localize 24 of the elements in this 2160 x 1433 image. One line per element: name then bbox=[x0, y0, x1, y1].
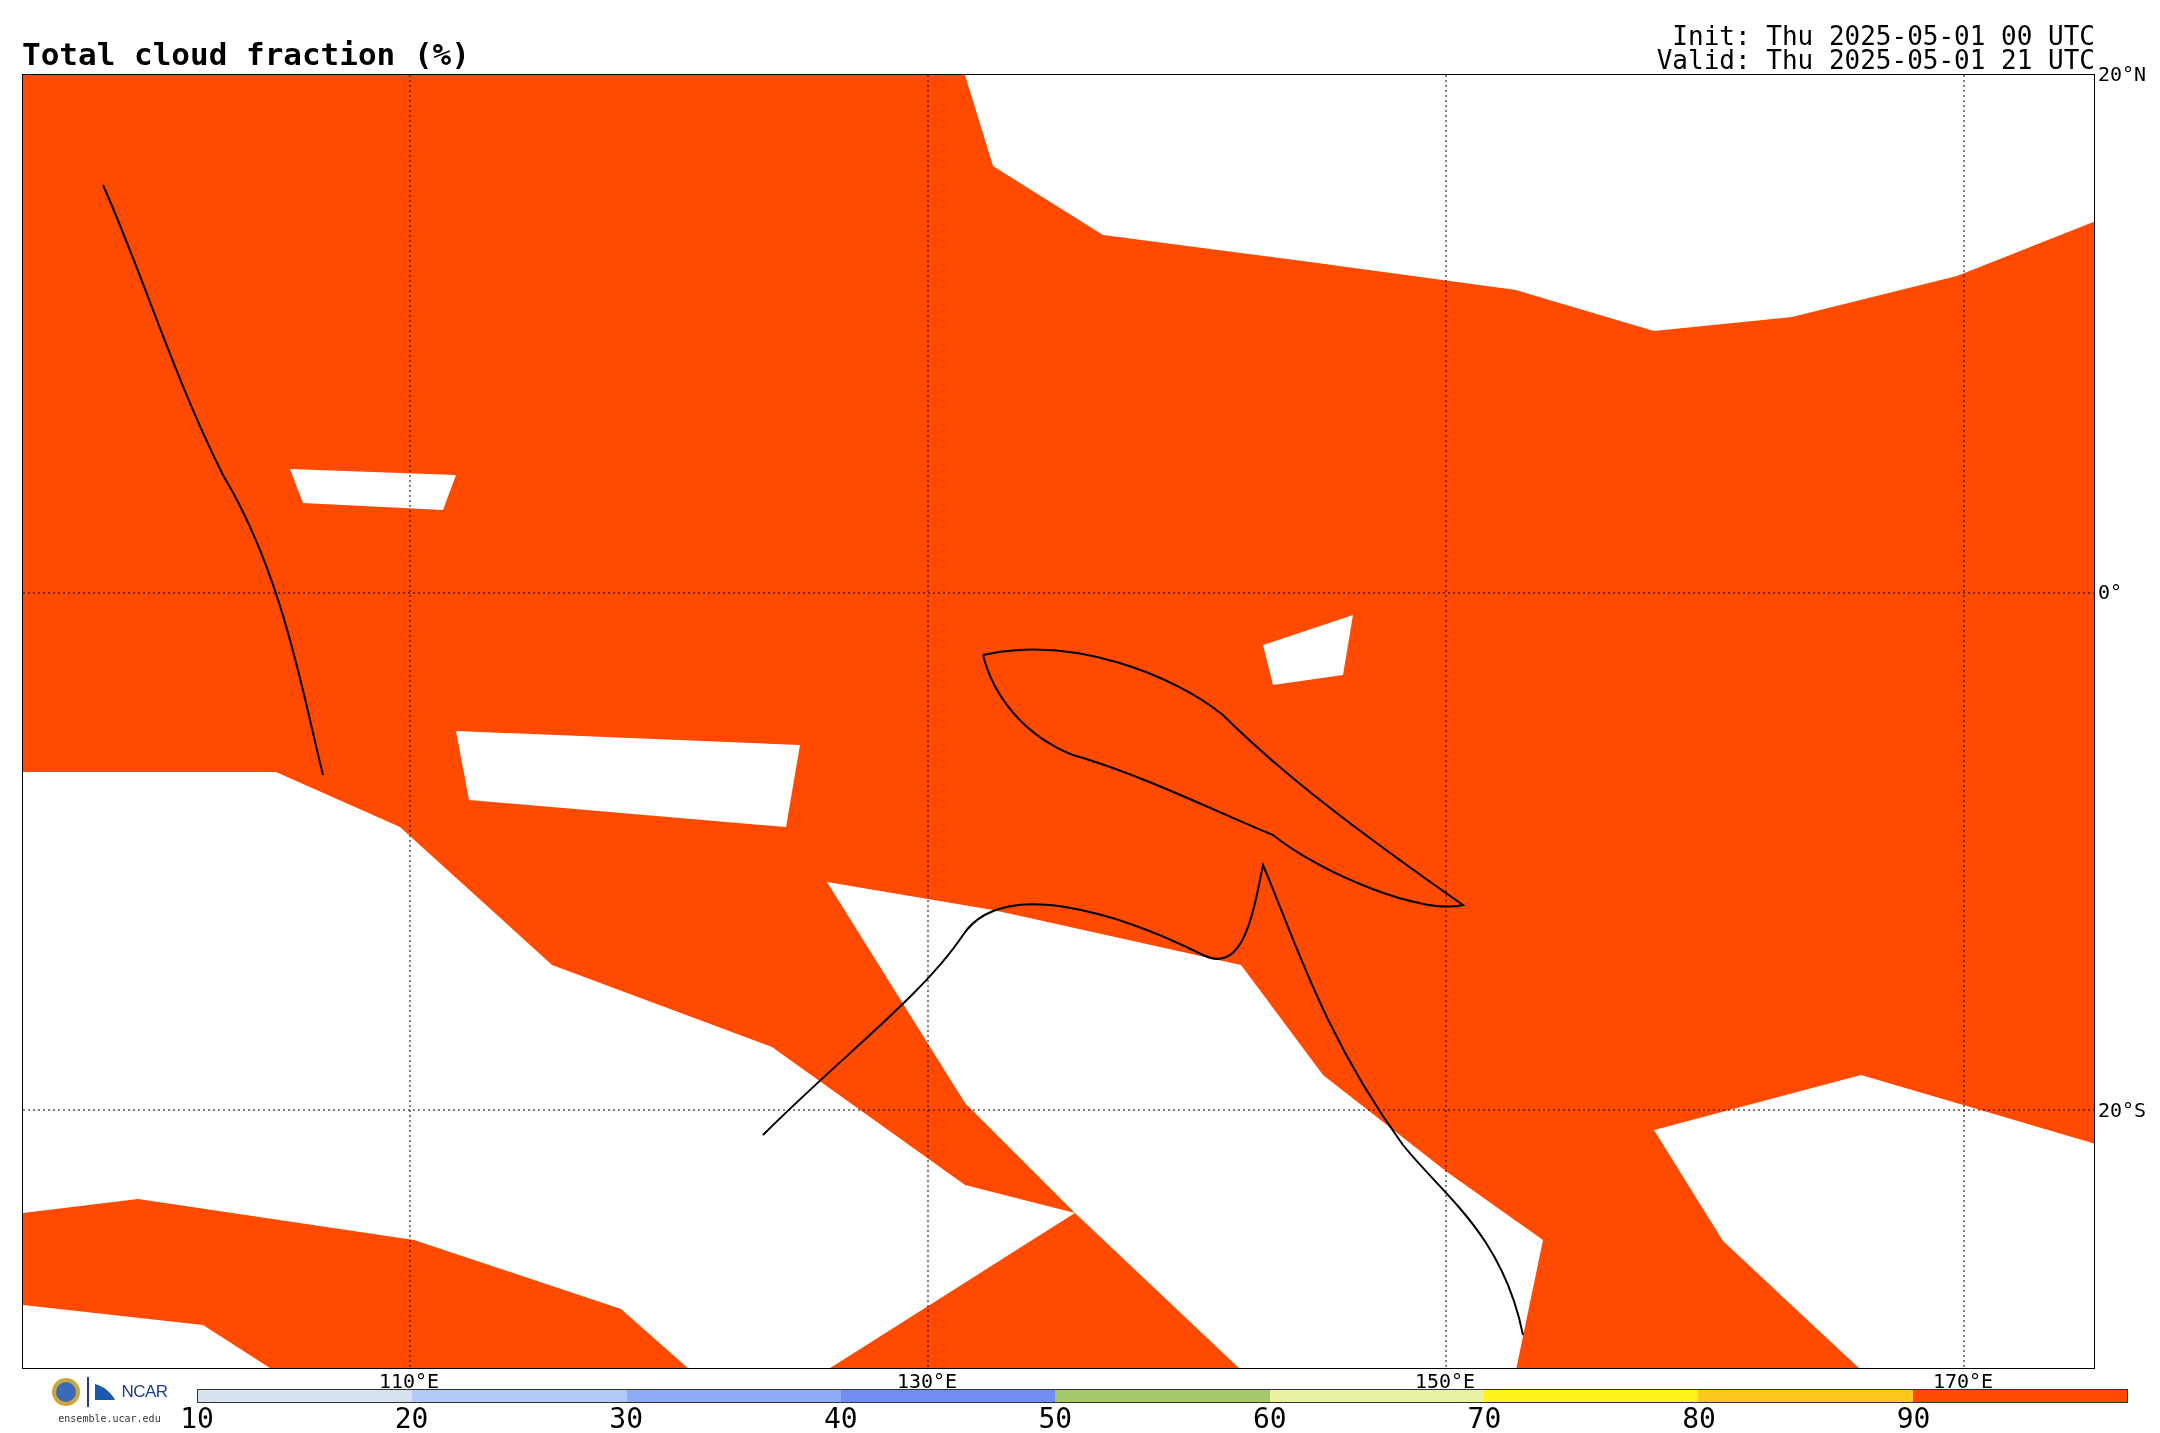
colorbar-tick-label: 40 bbox=[823, 1405, 859, 1433]
colorbar-tick-label: 90 bbox=[1896, 1405, 1932, 1433]
colorbar-tick-label: 10 bbox=[180, 1405, 215, 1433]
colorbar-tick-label: 50 bbox=[1038, 1405, 1074, 1433]
latitude-label: 20°N bbox=[2098, 64, 2147, 84]
chart-title: Total cloud fraction (%) bbox=[22, 39, 470, 70]
longitude-label: 130°E bbox=[896, 1371, 958, 1391]
divider-line-icon bbox=[87, 1377, 90, 1407]
colorbar-tick-label: 80 bbox=[1682, 1405, 1717, 1433]
logo-text: NCAR bbox=[121, 1382, 168, 1402]
run-time-label: Init: Thu 2025-05-01 00 UTC bbox=[1672, 24, 2095, 48]
website-label: ensemble.ucar.edu bbox=[58, 1413, 161, 1424]
latitude-label: 0° bbox=[2098, 582, 2123, 602]
swoosh-icon bbox=[95, 1384, 116, 1400]
globe-seal-icon bbox=[51, 1377, 82, 1407]
longitude-label: 150°E bbox=[1414, 1371, 1476, 1391]
colorbar-tick-label: 30 bbox=[609, 1405, 645, 1433]
colorbar-tick-label: 60 bbox=[1253, 1405, 1288, 1433]
latitude-label: 20°S bbox=[2098, 1100, 2147, 1120]
longitude-label: 110°E bbox=[378, 1371, 440, 1391]
colorbar-tick-label: 70 bbox=[1467, 1405, 1503, 1433]
longitude-label: 170°E bbox=[1932, 1371, 1994, 1391]
colorbar-tick-label: 20 bbox=[394, 1405, 430, 1433]
run-time-label: Valid: Thu 2025-05-01 21 UTC bbox=[1656, 48, 2095, 72]
